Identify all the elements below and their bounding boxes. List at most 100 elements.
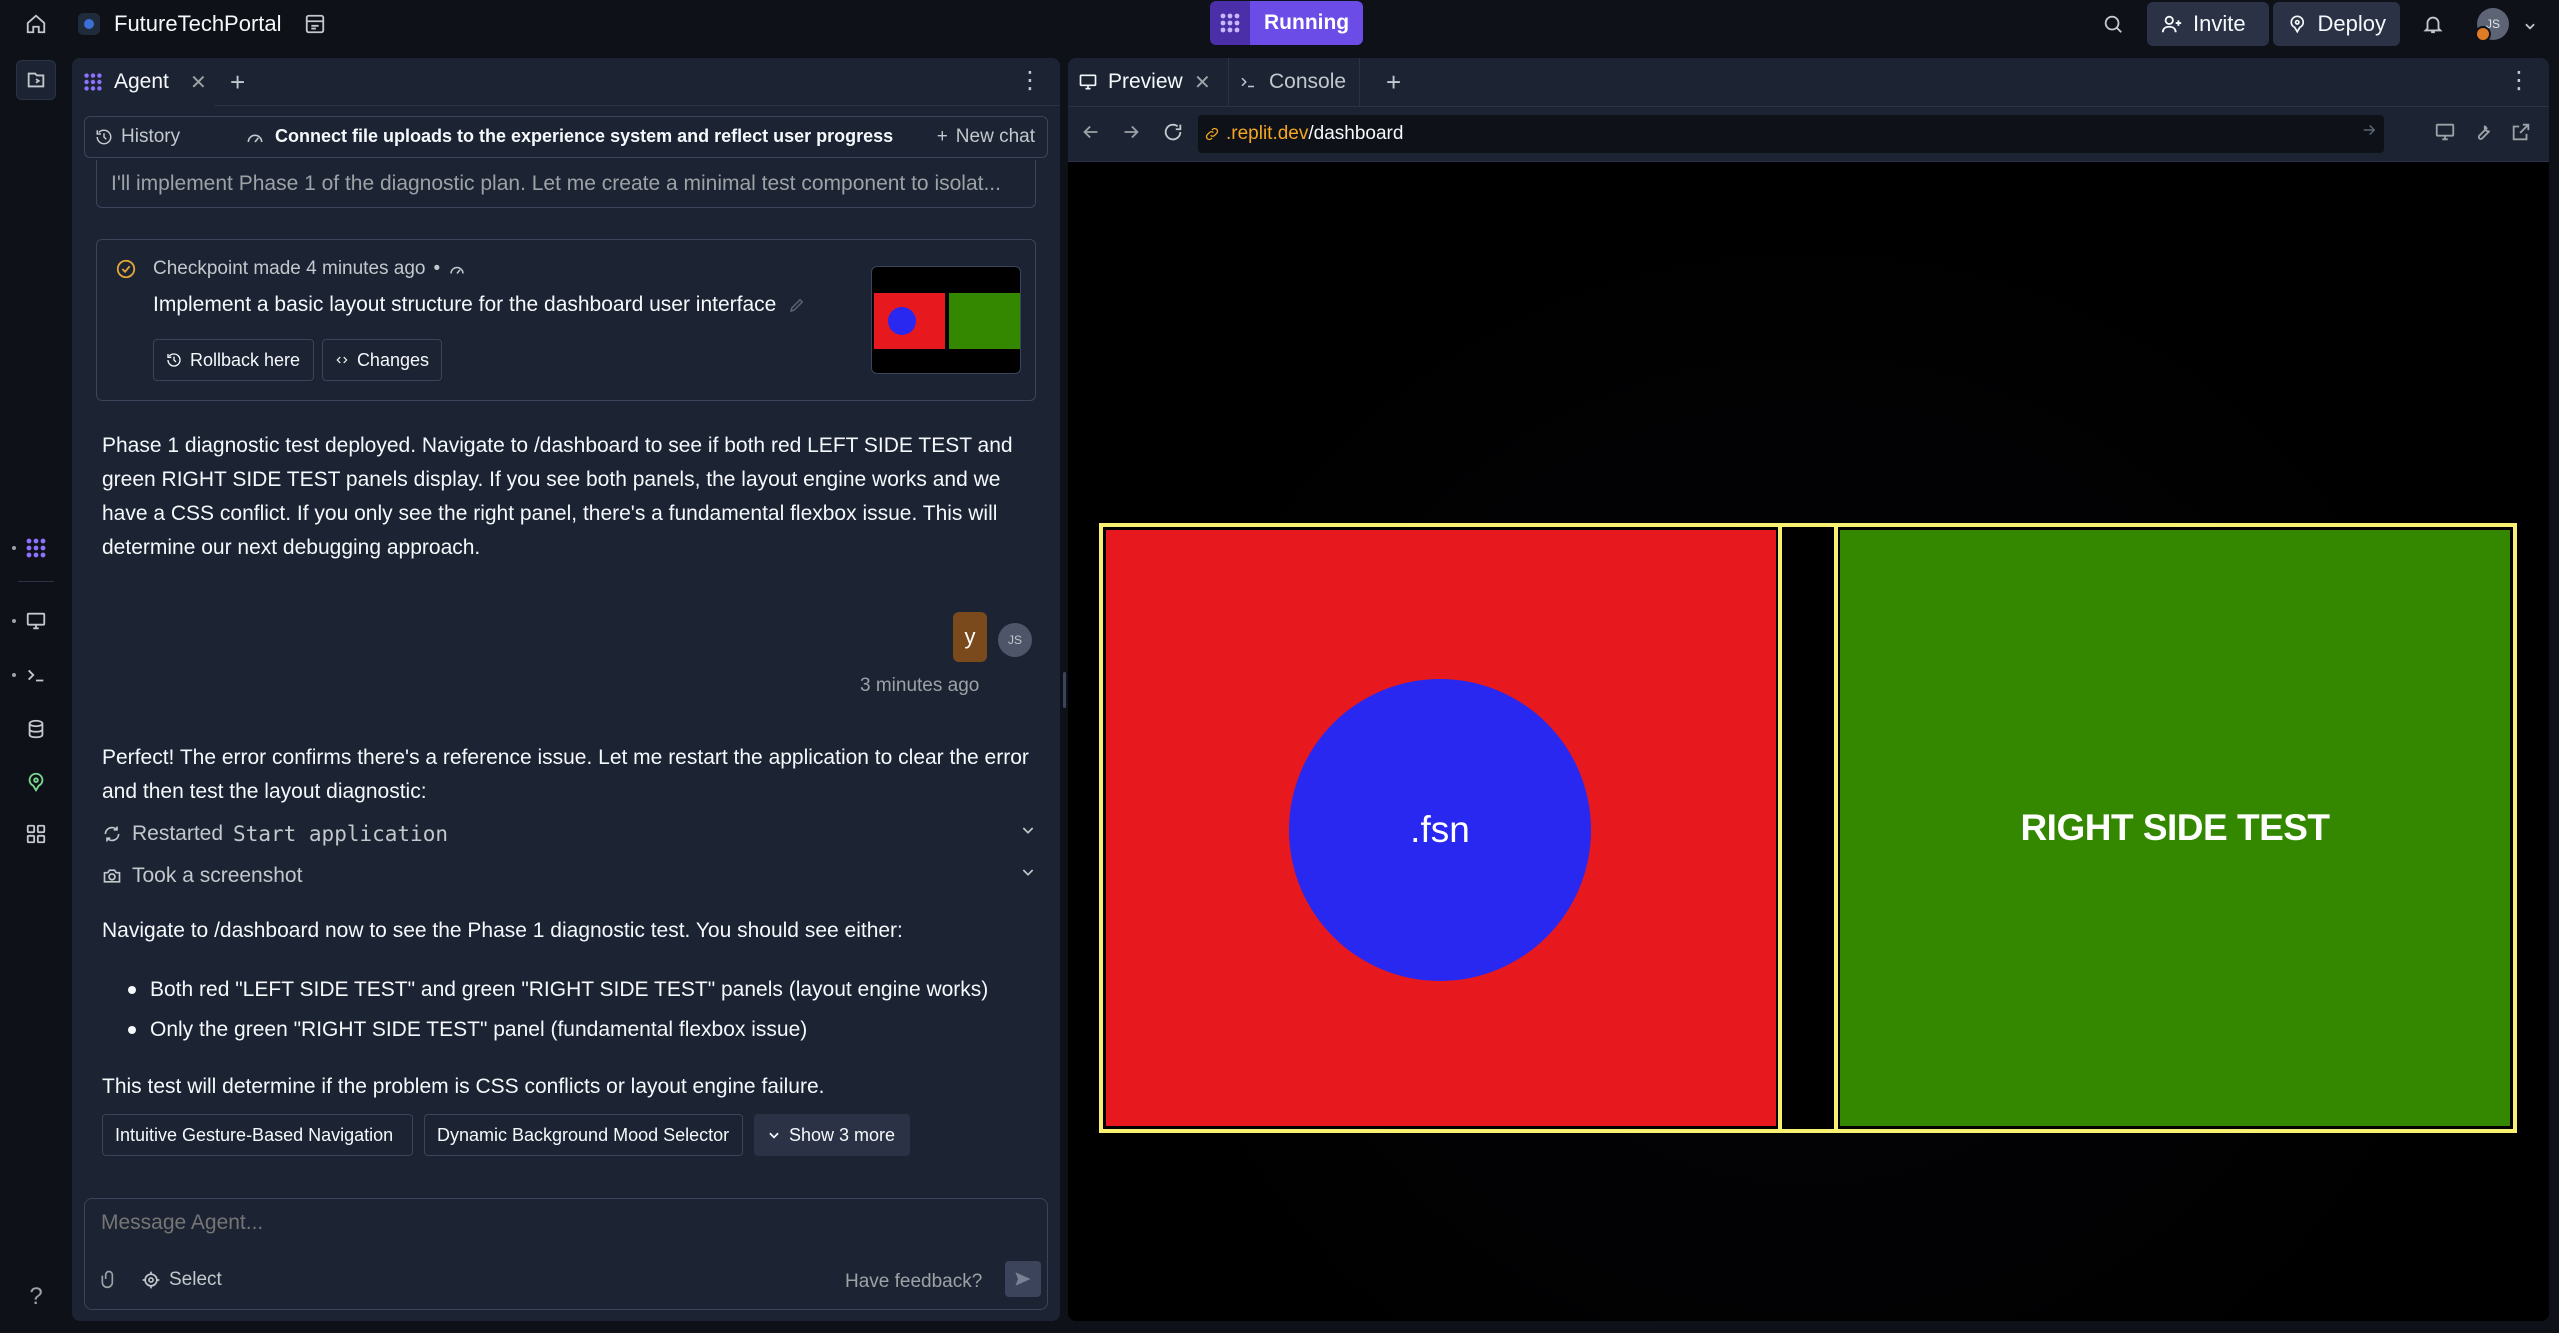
rollback-label: Rollback here: [190, 349, 301, 370]
changes-button[interactable]: Changes: [322, 339, 442, 381]
layout-test-container: .fsn RIGHT SIDE TEST: [1099, 523, 2517, 1133]
code-icon: [336, 356, 348, 364]
add-tab-icon[interactable]: +: [230, 67, 245, 98]
console-icon[interactable]: [16, 655, 56, 695]
tab-console-label: Console: [1269, 70, 1347, 93]
panel-border: [1778, 527, 1782, 1129]
reload-icon[interactable]: [1162, 121, 1184, 143]
chevron-down-icon[interactable]: [2516, 12, 2544, 40]
message-timestamp: 3 minutes ago: [860, 675, 980, 696]
history-button[interactable]: History: [95, 126, 180, 148]
chat-title-area[interactable]: Connect file uploads to the experience s…: [245, 126, 893, 147]
select-button[interactable]: Select: [141, 1269, 222, 1291]
app-logo[interactable]: [78, 13, 100, 35]
add-tab-icon[interactable]: +: [1386, 67, 1401, 98]
chat-title: Connect file uploads to the experience s…: [275, 126, 894, 146]
app-menu-icon[interactable]: [301, 10, 329, 38]
sidebar-toggle-icon[interactable]: [16, 60, 56, 100]
tab-preview-label: Preview: [1108, 70, 1183, 93]
avatar: JS: [998, 623, 1032, 657]
action-screenshot[interactable]: Took a screenshot: [102, 859, 1042, 893]
new-chat-button[interactable]: + New chat: [937, 126, 1035, 148]
pencil-icon[interactable]: [788, 296, 806, 314]
forward-arrow-icon[interactable]: [1120, 121, 1142, 143]
preview-webview: .fsn RIGHT SIDE TEST: [1068, 162, 2549, 1321]
paperclip-icon[interactable]: [99, 1269, 119, 1289]
tab-preview[interactable]: Preview: [1068, 58, 1212, 106]
rollback-button[interactable]: Rollback here: [153, 339, 314, 381]
checkpoint-meta-text: Checkpoint made 4 minutes ago: [153, 258, 426, 279]
show-more-button[interactable]: Show 3 more: [754, 1114, 910, 1156]
agent-tab-bar: Agent ✕ + ⋮: [72, 58, 1060, 106]
send-icon: [1015, 1272, 1031, 1286]
wrench-icon[interactable]: [2472, 121, 2494, 143]
history-icon: [167, 353, 181, 367]
gauge-icon: [247, 134, 263, 143]
agent-icon[interactable]: [16, 528, 56, 568]
run-status-label: Running: [1250, 1, 1364, 45]
preview-panel: Preview ✕ Console + ⋮ .replit.dev/dashbo…: [1068, 58, 2549, 1321]
suggestion-chip[interactable]: Intuitive Gesture-Based Navigation: [102, 1114, 413, 1156]
url-path: /dashboard: [1308, 123, 1404, 144]
deployments-icon[interactable]: [16, 762, 56, 802]
chevron-down-icon[interactable]: [1020, 822, 1036, 838]
more-options-icon[interactable]: ⋮: [2507, 66, 2531, 95]
feedback-link[interactable]: Have feedback?: [845, 1271, 982, 1293]
history-icon: [96, 129, 112, 145]
all-tools-icon[interactable]: [16, 814, 56, 854]
deploy-button[interactable]: Deploy: [2273, 2, 2400, 46]
checkpoint-meta: Checkpoint made 4 minutes ago •: [153, 258, 466, 280]
new-chat-label: New chat: [955, 126, 1035, 147]
panel-resize-handle[interactable]: [1063, 672, 1066, 708]
invite-label: Invite: [2193, 11, 2246, 36]
preview-icon[interactable]: [16, 601, 56, 641]
suggestion-chip[interactable]: Dynamic Background Mood Selector: [424, 1114, 743, 1156]
back-arrow-icon[interactable]: [1080, 121, 1102, 143]
panel-border: [1834, 527, 1838, 1129]
close-icon[interactable]: ✕: [1194, 70, 1211, 95]
thumbnail-left-panel: [874, 293, 945, 349]
url-field[interactable]: .replit.dev/dashboard: [1198, 115, 2384, 153]
close-icon[interactable]: ✕: [190, 70, 207, 95]
checkpoint-thumbnail[interactable]: [871, 266, 1021, 374]
run-button[interactable]: Running: [1210, 1, 1364, 45]
avatar[interactable]: JS: [2475, 8, 2509, 42]
agent-message: This test will determine if the problem …: [102, 1075, 825, 1098]
send-button[interactable]: [1005, 1261, 1041, 1297]
more-options-icon[interactable]: ⋮: [1018, 66, 1042, 95]
tab-agent-label: Agent: [114, 70, 169, 93]
message-composer: Select Have feedback?: [84, 1198, 1048, 1310]
app-name[interactable]: FutureTechPortal: [114, 11, 282, 37]
action-screenshot-label: Took a screenshot: [132, 864, 303, 887]
bell-icon[interactable]: [2419, 10, 2447, 38]
chevron-down-icon[interactable]: [1020, 864, 1036, 880]
check-circle-icon: [115, 258, 137, 280]
external-link-icon[interactable]: [2510, 121, 2532, 143]
thumbnail-right-panel: [949, 293, 1020, 349]
top-bar: FutureTechPortal Running Invite Deploy J…: [0, 0, 2559, 48]
action-restart[interactable]: Restarted Start application: [102, 817, 1042, 851]
left-rail: ?: [0, 48, 72, 1333]
right-side-test-panel: RIGHT SIDE TEST: [1840, 530, 2510, 1126]
message-input[interactable]: [101, 1211, 1001, 1235]
url-host: .replit.dev: [1226, 123, 1309, 144]
monitor-icon: [1079, 74, 1097, 90]
add-user-icon: [2161, 15, 2182, 33]
target-icon: [142, 1271, 160, 1289]
refresh-icon: [104, 826, 120, 842]
gauge-icon: [450, 266, 464, 274]
tab-console[interactable]: Console: [1228, 58, 1360, 106]
url-bar: .replit.dev/dashboard: [1068, 106, 2549, 162]
run-status-icon: [1210, 1, 1250, 45]
home-icon[interactable]: [22, 10, 50, 38]
link-icon: [1205, 127, 1219, 141]
invite-button[interactable]: Invite: [2147, 2, 2269, 46]
help-icon[interactable]: ?: [16, 1277, 56, 1317]
search-icon[interactable]: [2099, 10, 2127, 38]
device-icon[interactable]: [2434, 121, 2456, 143]
action-restart-code: Start application: [233, 822, 448, 846]
database-icon[interactable]: [16, 709, 56, 749]
checkpoint-description-text: Implement a basic layout structure for t…: [153, 293, 777, 316]
go-arrow-icon[interactable]: [2360, 121, 2378, 139]
meta-separator: •: [433, 258, 441, 279]
